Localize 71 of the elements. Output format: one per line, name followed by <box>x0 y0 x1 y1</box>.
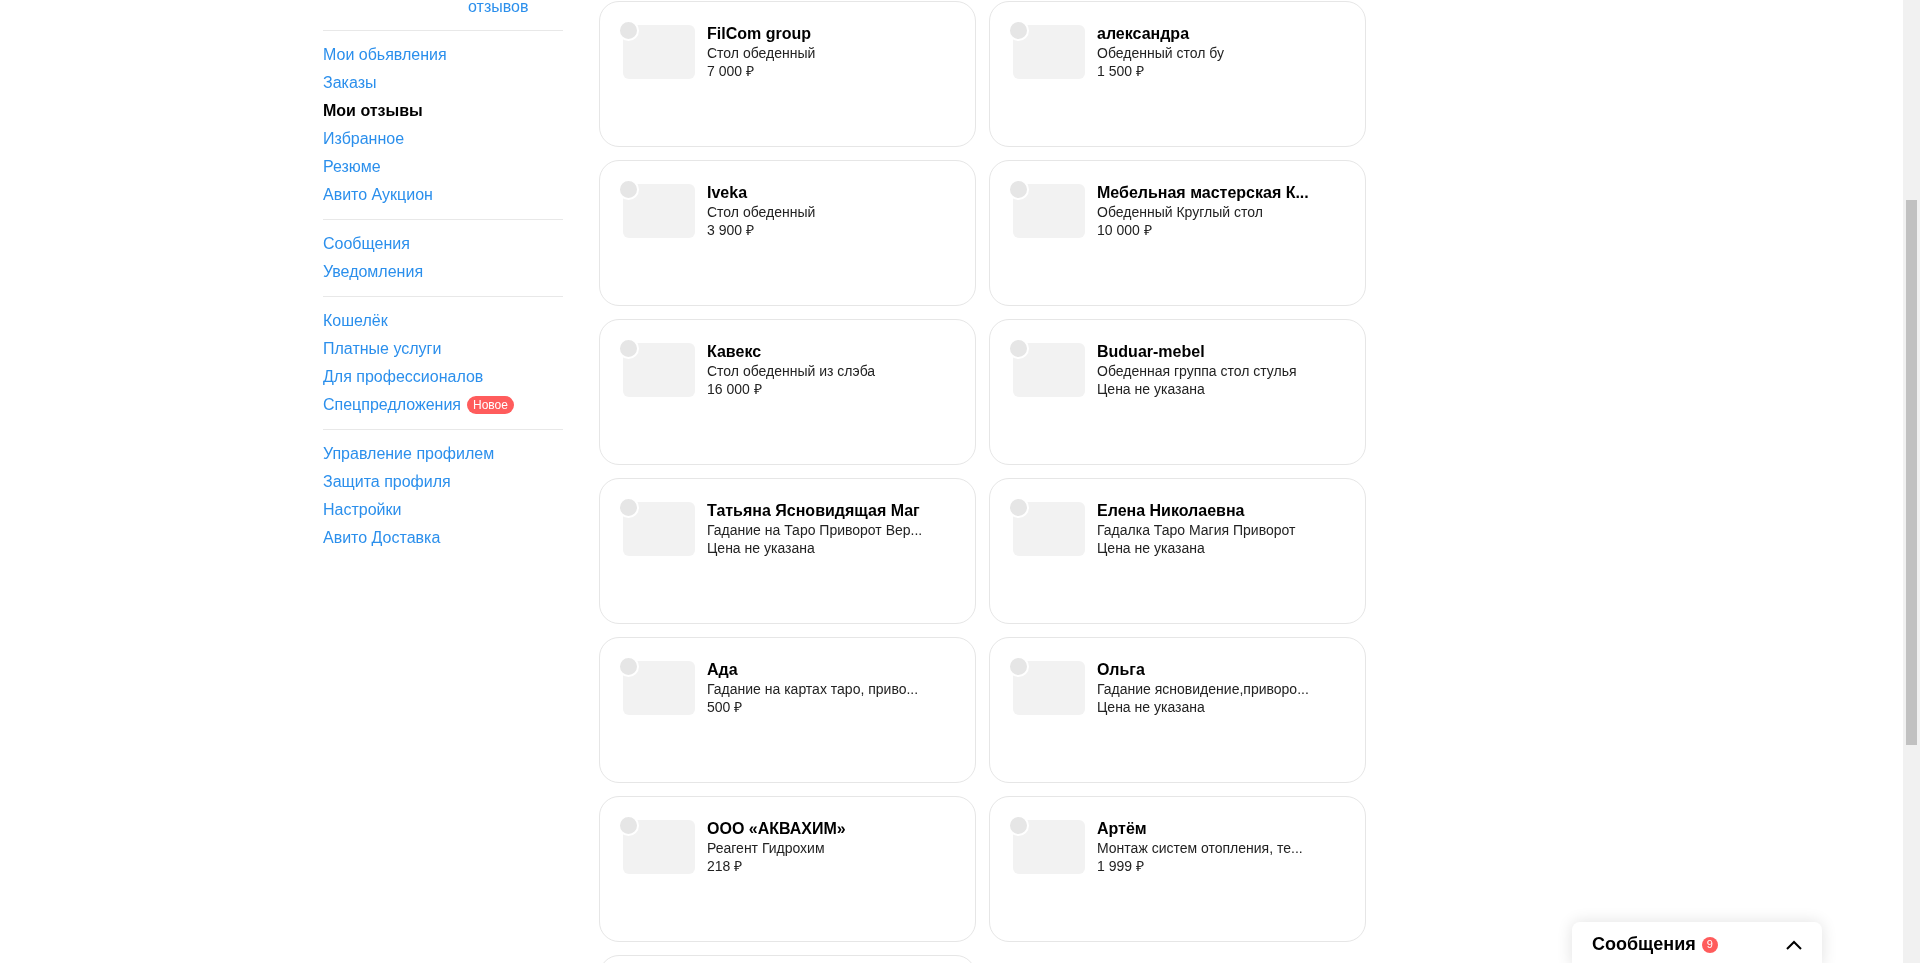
sidebar-item[interactable]: Сообщения <box>323 232 410 256</box>
photo-placeholder <box>1013 661 1085 715</box>
sidebar-item[interactable]: Уведомления <box>323 260 424 284</box>
item-price: 7 000 ₽ <box>707 62 755 80</box>
item-title: Обеденный стол бу <box>1097 44 1224 62</box>
unread-count-badge: 9 <box>1701 936 1718 953</box>
item-title: Обеденная группа стол стулья <box>1097 362 1297 380</box>
item-title: Стол обеденный <box>707 203 816 221</box>
sidebar-item[interactable]: Настройки <box>323 498 402 522</box>
photo-placeholder <box>1013 502 1085 556</box>
sidebar-item[interactable]: Кошелёк <box>323 309 388 333</box>
seller-name: ООО «АКВАХИМ» <box>707 819 846 839</box>
messages-widget[interactable]: Сообщения 9 <box>1572 922 1822 963</box>
sidebar-item[interactable]: Для профессионалов <box>323 365 484 389</box>
sidebar-item[interactable]: Авито Аукцион <box>323 183 433 207</box>
photo-placeholder <box>623 820 695 874</box>
item-price: Цена не указана <box>1097 698 1206 716</box>
item-title: Гадание на картах таро, приво... <box>707 680 919 698</box>
seller-name: Татьяна Ясновидящая Маг <box>707 501 921 521</box>
seller-name: Ольга <box>1097 660 1146 680</box>
reviews-link[interactable]: отзывов <box>468 0 529 17</box>
sidebar-item[interactable]: Управление профилем <box>323 442 495 466</box>
seller-name: Мебельная мастерская К... <box>1097 183 1309 203</box>
sidebar-item[interactable]: Резюме <box>323 155 381 179</box>
item-title: Реагент Гидрохим <box>707 839 826 857</box>
item-price: 16 000 ₽ <box>707 380 763 398</box>
item-title: Гадание ясновидение,приворо... <box>1097 680 1309 698</box>
sidebar-item[interactable]: Платные услуги <box>323 337 442 361</box>
messages-label: Сообщения <box>1592 933 1696 956</box>
sidebar-item[interactable]: Мои обьявления <box>323 43 447 67</box>
seller-name: Кавекс <box>707 342 763 362</box>
sidebar-item[interactable]: Защита профиля <box>323 470 451 494</box>
item-title: Стол обеденный <box>707 44 816 62</box>
item-price: 500 ₽ <box>707 698 744 716</box>
photo-placeholder <box>623 661 695 715</box>
item-title: Монтаж систем отопления, те... <box>1097 839 1303 857</box>
sidebar-item[interactable]: Избранное <box>323 127 405 151</box>
item-title: Стол обеденный из слэба <box>707 362 876 380</box>
item-price: Цена не указана <box>1097 380 1206 398</box>
item-title: Гадалка Таро Магия Приворот <box>1097 521 1296 539</box>
seller-name: Iveka <box>707 183 749 203</box>
item-price: Цена не указана <box>707 539 816 557</box>
photo-placeholder <box>623 343 695 397</box>
item-price: 218 ₽ <box>707 857 744 875</box>
seller-name: Buduar-mebel <box>1097 342 1206 362</box>
sidebar-item[interactable]: Мои отзывы <box>323 99 423 123</box>
photo-placeholder <box>1013 25 1085 79</box>
item-price: 1 999 ₽ <box>1097 857 1145 875</box>
item-title: Обеденный Круглый стол <box>1097 203 1264 221</box>
photo-placeholder <box>1013 820 1085 874</box>
photo-placeholder <box>623 184 695 238</box>
sidebar-item[interactable]: Спецпредложения <box>323 393 461 417</box>
sidebar-item[interactable]: Авито Доставка <box>323 526 441 550</box>
item-price: Цена не указана <box>1097 539 1206 557</box>
photo-placeholder <box>1013 343 1085 397</box>
photo-placeholder <box>623 25 695 79</box>
photo-placeholder <box>623 502 695 556</box>
item-title: Гадание на Таро Приворот Вер... <box>707 521 923 539</box>
seller-name: александра <box>1097 24 1191 44</box>
item-price: 10 000 ₽ <box>1097 221 1153 239</box>
seller-name: Артём <box>1097 819 1148 839</box>
item-price: 3 900 ₽ <box>707 221 755 239</box>
new-badge: Новое <box>467 396 514 414</box>
seller-name: FilCom group <box>707 24 812 44</box>
seller-name: Ада <box>707 660 739 680</box>
chevron-icon[interactable] <box>1786 939 1802 950</box>
scrollbar[interactable] <box>1903 0 1920 963</box>
seller-name: Елена Николаевна <box>1097 501 1246 521</box>
photo-placeholder <box>1013 184 1085 238</box>
item-price: 1 500 ₽ <box>1097 62 1145 80</box>
sidebar-item[interactable]: Заказы <box>323 71 377 95</box>
